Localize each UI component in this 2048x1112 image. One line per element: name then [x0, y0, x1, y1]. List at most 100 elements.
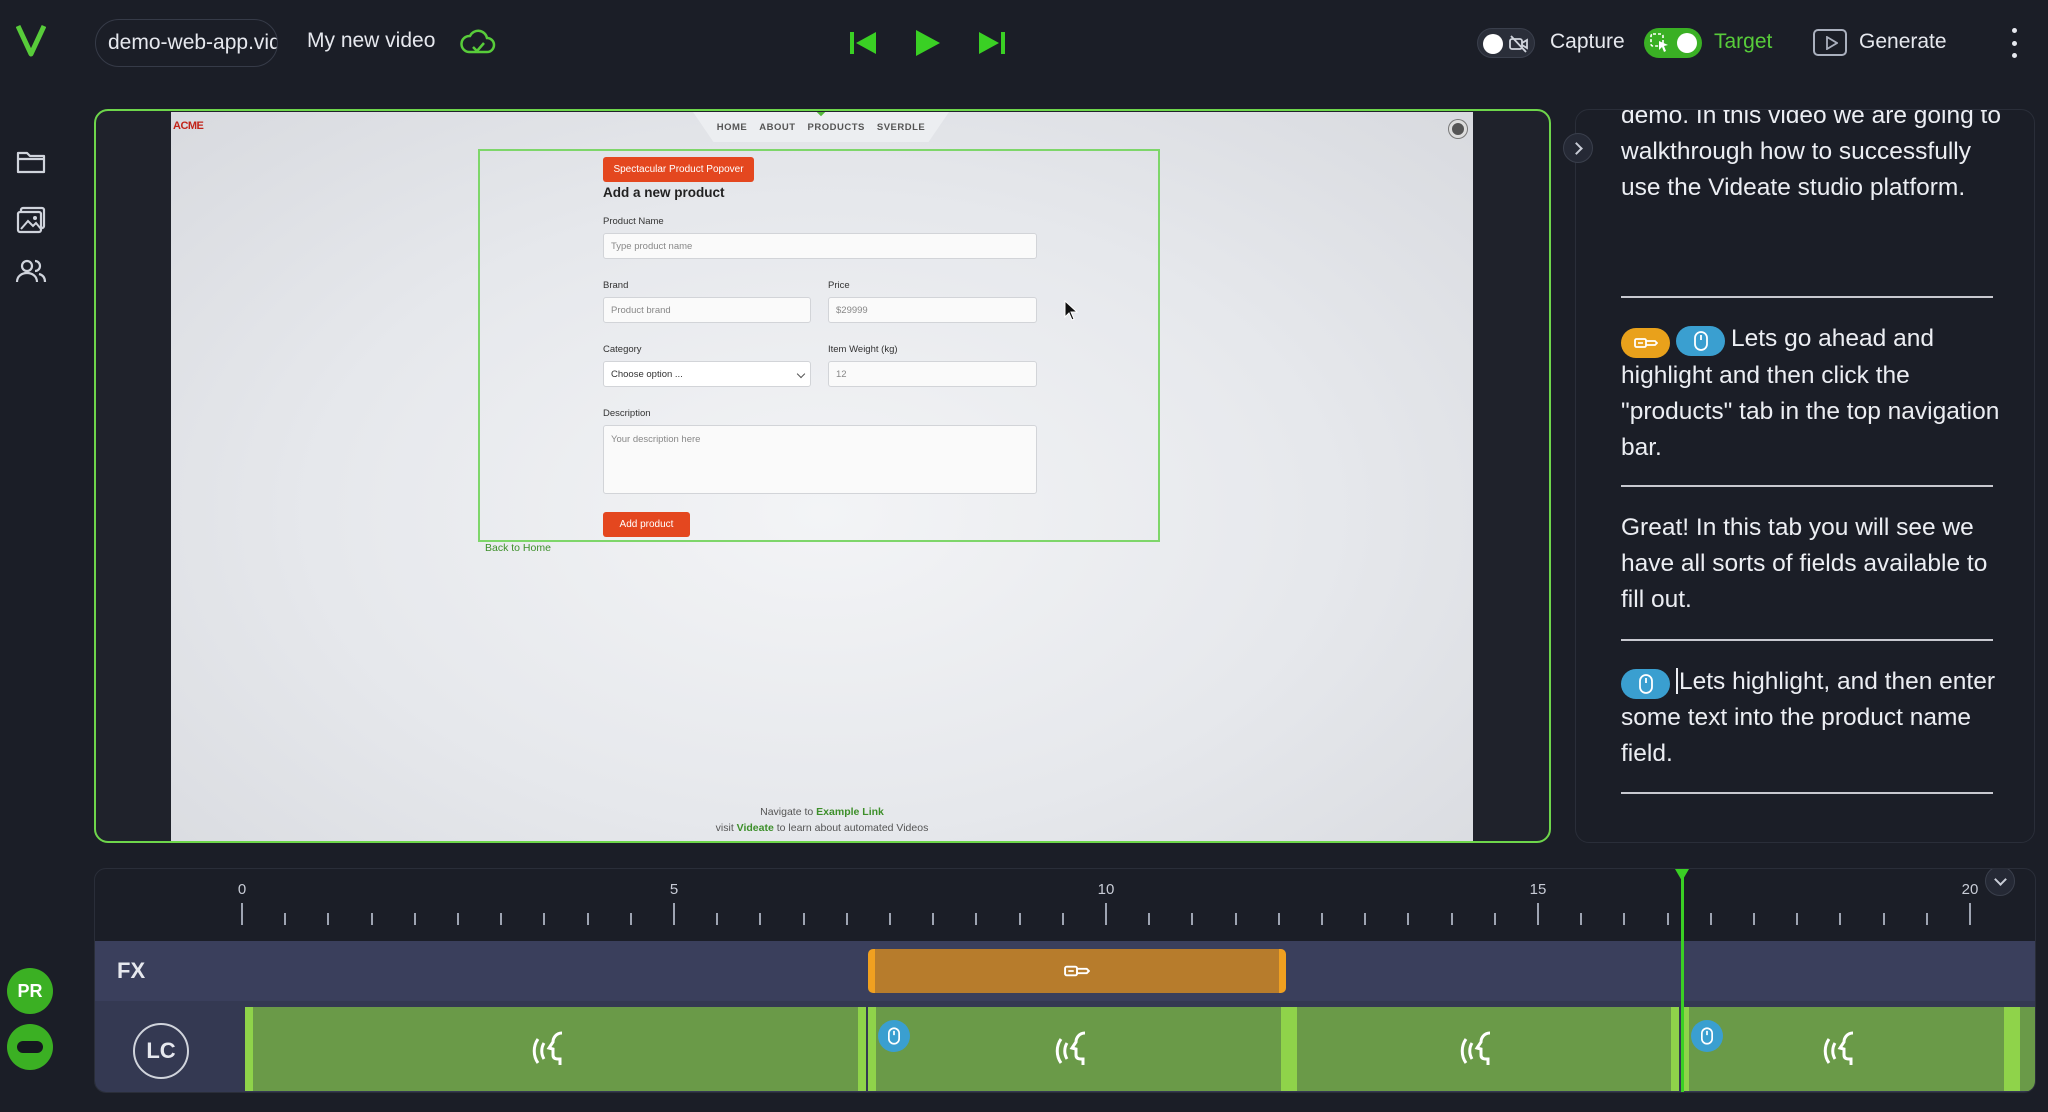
- file-name-pill[interactable]: demo-web-app.vid: [95, 19, 278, 67]
- captured-screen: ACME HOME ABOUT PRODUCTS SVERDLE Spectac…: [171, 112, 1473, 841]
- voice-clip[interactable]: [1681, 1007, 2012, 1091]
- avatar-pr[interactable]: PR: [7, 968, 53, 1014]
- mouse-click-icon[interactable]: [1691, 1020, 1723, 1052]
- ruler-tick: [1321, 913, 1323, 925]
- example-link[interactable]: Example Link: [816, 806, 884, 818]
- timeline[interactable]: 0 5 10 15 20 FX LC: [94, 868, 2036, 1093]
- ruler-tick: [802, 913, 805, 925]
- playhead[interactable]: [1681, 869, 1684, 1092]
- chevron-right-icon: [1570, 141, 1583, 155]
- ruler-tick: [543, 913, 546, 925]
- site-nav-sverdle[interactable]: SVERDLE: [877, 122, 925, 142]
- voice-clip[interactable]: [2012, 1007, 2035, 1091]
- collapse-panel-button[interactable]: [1563, 133, 1593, 163]
- site-logo[interactable]: ACME: [173, 120, 204, 132]
- category-label: Category: [603, 344, 642, 355]
- ruler-tick: [1061, 913, 1064, 925]
- kebab-icon[interactable]: [2008, 28, 2020, 58]
- mouse-click-icon[interactable]: [878, 1020, 910, 1052]
- weight-input[interactable]: 12: [828, 361, 1037, 387]
- play-square-icon[interactable]: [1813, 29, 1847, 56]
- ruler-tick: [457, 913, 459, 925]
- ruler-tick: [932, 913, 935, 925]
- skip-forward-icon[interactable]: [975, 26, 1009, 60]
- logo-v[interactable]: [16, 20, 46, 60]
- ruler-tick: [284, 913, 287, 925]
- site-navigation: HOME ABOUT PRODUCTS SVERDLE: [693, 112, 949, 142]
- mouse-click-icon[interactable]: [1676, 326, 1725, 356]
- weight-label: Item Weight (kg): [828, 344, 898, 355]
- highlight-icon[interactable]: [1621, 328, 1670, 358]
- product-name-label: Product Name: [603, 216, 664, 227]
- ruler-tick: [1537, 903, 1539, 925]
- script-paragraph-2[interactable]: Lets go ahead and highlight and then cli…: [1621, 321, 2001, 466]
- site-nav-home[interactable]: HOME: [717, 122, 748, 142]
- back-to-home-link[interactable]: Back to Home: [485, 542, 551, 554]
- ruler-tick: [1148, 913, 1151, 925]
- highlight-icon: [1064, 965, 1090, 977]
- videate-link[interactable]: Videate: [737, 822, 774, 834]
- price-input[interactable]: $29999: [828, 297, 1037, 323]
- voice-clip[interactable]: [1289, 1007, 1679, 1091]
- expand-timeline-button[interactable]: [1985, 869, 2015, 896]
- users-icon[interactable]: [15, 255, 47, 287]
- capture-label: Capture: [1550, 30, 1625, 53]
- fx-highlight-clip[interactable]: [868, 949, 1286, 993]
- script-paragraph-4[interactable]: Lets highlight, and then enter some text…: [1621, 664, 2001, 772]
- footer-visit: visit Videate to learn about automated V…: [715, 822, 929, 834]
- ruler-label: 15: [1529, 881, 1547, 898]
- ruler-tick: [1580, 913, 1583, 925]
- site-nav-about[interactable]: ABOUT: [759, 122, 795, 142]
- ruler-tick: [327, 913, 330, 925]
- ruler-label: 5: [669, 881, 679, 898]
- ruler-tick: [1407, 913, 1410, 925]
- ruler-tick: [1623, 913, 1626, 925]
- brand-label: Brand: [603, 280, 629, 291]
- ruler-tick: [1882, 913, 1885, 925]
- video-preview[interactable]: ACME HOME ABOUT PRODUCTS SVERDLE Spectac…: [94, 109, 1551, 843]
- ruler-tick: [500, 913, 503, 925]
- target-toggle[interactable]: [1644, 28, 1702, 58]
- skip-back-icon[interactable]: [846, 26, 880, 60]
- camera-off-icon: [1509, 35, 1528, 53]
- ruler-tick: [889, 913, 891, 925]
- file-name: demo-web-app.vid: [108, 31, 278, 54]
- capture-toggle[interactable]: [1477, 28, 1535, 58]
- voice-clip[interactable]: [868, 1007, 1289, 1091]
- mouse-pointer-icon: [1064, 300, 1078, 321]
- site-nav-products[interactable]: PRODUCTS: [808, 122, 865, 142]
- category-select[interactable]: Choose option ...: [603, 361, 811, 387]
- generate-button[interactable]: Generate: [1859, 30, 1947, 54]
- image-icon[interactable]: [15, 204, 47, 236]
- script-paragraph-1[interactable]: demo. In this video we are going to walk…: [1621, 110, 2001, 206]
- voice-track-badge[interactable]: LC: [133, 1023, 189, 1079]
- playhead-handle[interactable]: [1675, 869, 1689, 881]
- ruler-tick: [845, 913, 848, 925]
- github-icon[interactable]: [1449, 120, 1467, 138]
- fx-track-label: FX: [117, 958, 146, 983]
- ruler-tick: [1925, 913, 1928, 925]
- ruler-tick: [1709, 913, 1712, 925]
- ruler-tick: [1450, 913, 1453, 925]
- product-name-input[interactable]: Type product name: [603, 233, 1037, 259]
- mouse-click-icon[interactable]: [1621, 669, 1670, 699]
- cloud-check-icon[interactable]: [460, 27, 496, 59]
- brand-input[interactable]: Product brand: [603, 297, 811, 323]
- folder-icon[interactable]: [15, 145, 47, 177]
- top-bar: demo-web-app.vid My new video Capture Ta…: [0, 0, 2048, 86]
- add-product-button[interactable]: Add product: [603, 512, 690, 537]
- ruler-tick: [1969, 903, 1971, 925]
- play-icon[interactable]: [910, 26, 944, 60]
- script-paragraph-3[interactable]: Great! In this tab you will see we have …: [1621, 510, 2001, 618]
- script-panel: demo. In this video we are going to walk…: [1575, 109, 2035, 843]
- category-value: Choose option ...: [611, 368, 683, 380]
- ruler-tick: [1364, 913, 1367, 925]
- video-title[interactable]: My new video: [307, 29, 435, 53]
- ruler-tick: [413, 913, 416, 925]
- paragraph-divider: [1621, 485, 1993, 487]
- paragraph-divider: [1621, 792, 1993, 794]
- voice-clip[interactable]: [245, 1007, 866, 1091]
- popover-button[interactable]: Spectacular Product Popover: [603, 157, 754, 182]
- description-textarea[interactable]: Your description here: [603, 425, 1037, 494]
- avatar-user[interactable]: [7, 1024, 53, 1070]
